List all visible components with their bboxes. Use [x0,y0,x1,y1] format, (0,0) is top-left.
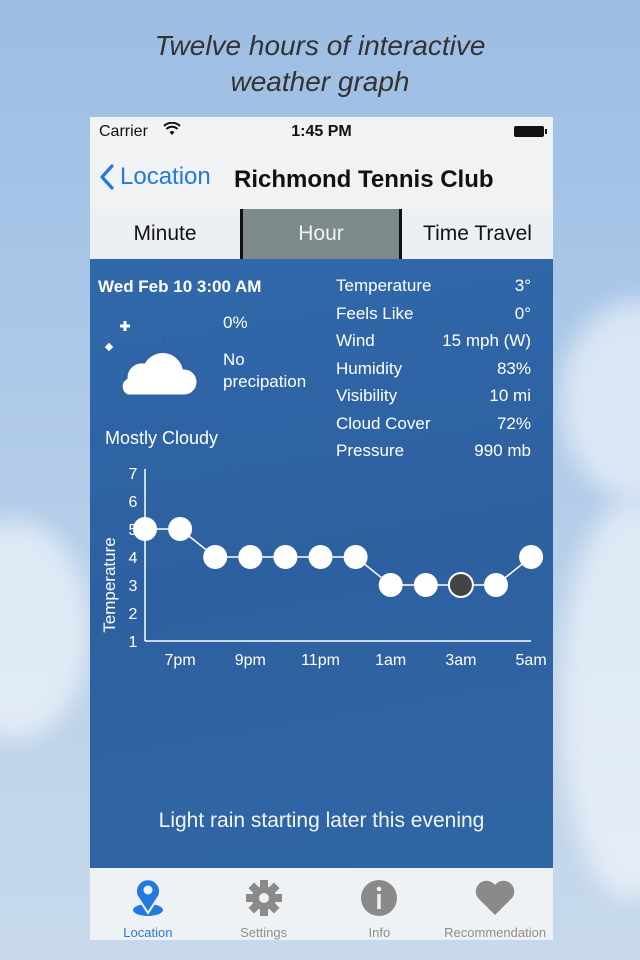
stat-label: Feels Like [336,303,414,323]
data-point[interactable] [378,573,403,597]
navigation-bar: Location Richmond Tennis Club [90,147,553,209]
gear-icon [245,874,283,917]
x-tick-label: 7pm [165,652,196,669]
tab-settings[interactable]: Settings [206,868,322,940]
data-point[interactable] [308,545,333,569]
info-icon [360,874,398,917]
stat-row: Visibility 10 mi [336,385,531,413]
data-point[interactable] [413,573,438,597]
stat-value: 15 mph (W) [442,331,531,350]
selected-data-point[interactable] [447,572,474,598]
stat-value: 3° [514,276,531,295]
segment-hour[interactable]: Hour [243,209,399,259]
weather-detail-panel: Wed Feb 10 3:00 AM 0% No precipation Mos… [90,259,553,868]
y-tick-label: 7 [129,466,138,483]
forecast-summary: Light rain starting later this evening [158,809,485,832]
y-axis-title: Temperature [100,537,119,632]
weather-stats: Temperature 3° Feels Like 0° Wind 15 mph (W… [336,275,531,468]
stat-row: Temperature 3° [336,275,531,303]
y-tick-label: 3 [129,578,138,595]
tab-bar: Location Settings Info Recommendation [90,868,553,940]
stat-row: Feels Like 0° [336,303,531,331]
promo-line-2: weather graph [230,66,410,97]
x-tick-label: 1am [375,652,406,669]
data-point[interactable] [133,517,157,541]
precipitation-text: No precipation [223,350,307,391]
stat-value: 10 mi [489,386,531,405]
tab-label: Settings [240,925,288,940]
y-tick-label: 2 [129,606,138,623]
heart-icon [474,874,516,917]
temperature-series-line [145,528,532,586]
stat-label: Wind [336,331,375,350]
page-title: Richmond Tennis Club [234,166,494,193]
data-point[interactable] [168,517,193,541]
y-tick-label: 4 [129,550,138,567]
stat-label: Visibility [336,386,398,405]
data-point[interactable] [484,573,508,597]
precipitation-probability: 0% [223,313,248,332]
stat-row: Wind 15 mph (W) [336,330,531,358]
time-range-segmented-control: Minute Hour Time Travel [90,209,553,259]
status-time: 1:45 PM [291,123,352,140]
phone-screen: Carrier 1:45 PM Location Richmond Tennis… [90,117,553,940]
back-button[interactable]: Location [100,163,211,191]
stat-row: Cloud Cover 72% [336,413,531,441]
segment-time-travel[interactable]: Time Travel [402,209,553,259]
tab-label: Location [123,925,173,940]
x-tick-label: 5am [516,652,547,669]
x-tick-label: 3am [445,652,476,669]
segment-minute[interactable]: Minute [90,209,240,259]
data-point[interactable] [519,545,544,569]
promo-line-1: Twelve hours of interactive [154,30,486,61]
stat-label: Cloud Cover [336,413,431,433]
partly-cloudy-night-icon [102,314,202,409]
selected-datetime: Wed Feb 10 3:00 AM [98,277,262,296]
background-cloud [560,500,640,900]
battery-icon [514,126,547,137]
data-point[interactable] [343,545,368,569]
weather-summary: Mostly Cloudy [105,428,219,448]
stat-row: Humidity 83% [336,358,531,386]
tab-recommendation[interactable]: Recommendation [437,868,553,940]
stat-label: Temperature [336,276,432,295]
background-cloud [560,300,640,500]
tab-label: Recommendation [444,925,547,940]
location-pin-icon [128,874,168,917]
background-cloud [0,520,90,740]
promo-caption: Twelve hours of interactive weather grap… [0,28,640,100]
stat-value: 0° [514,303,531,323]
x-tick-label: 9pm [235,652,266,669]
y-tick-label: 6 [129,494,138,511]
stat-value: 83% [496,358,531,378]
tab-info[interactable]: Info [322,868,438,940]
temperature-chart[interactable]: 12345677pm9pm11pm1am3am5amHourTemperatur… [90,459,553,679]
status-bar: Carrier 1:45 PM [90,117,553,147]
tab-label: Info [368,925,391,940]
stat-label: Humidity [336,358,403,378]
stat-value: 72% [496,413,531,433]
data-point[interactable] [238,545,263,569]
back-button-label: Location [120,163,211,190]
y-tick-label: 1 [129,634,138,651]
x-tick-label: 11pm [301,652,340,669]
chevron-left-icon [100,164,114,190]
data-point[interactable] [273,545,298,569]
data-point[interactable] [203,545,228,569]
tab-location[interactable]: Location [90,868,206,940]
